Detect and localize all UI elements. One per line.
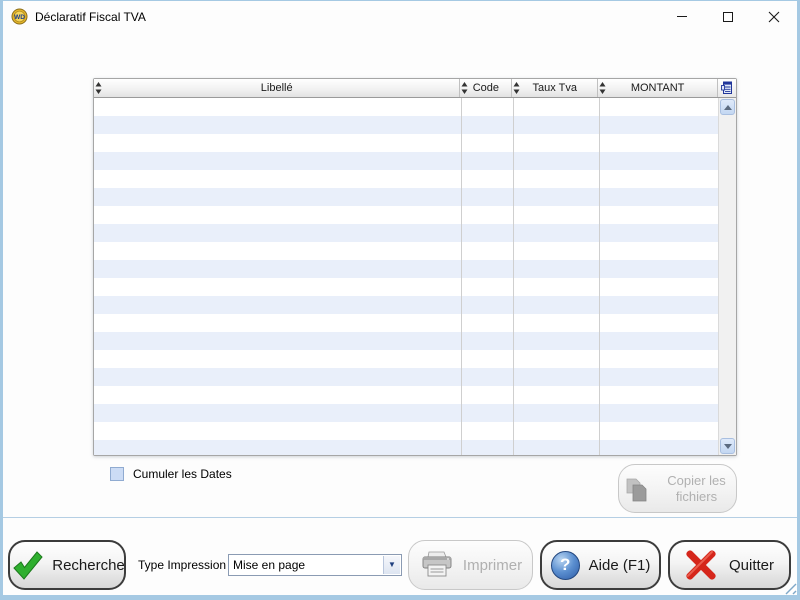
column-header-label: Libellé xyxy=(261,82,293,94)
bottom-separator xyxy=(3,517,797,518)
column-header-label: MONTANT xyxy=(631,82,685,94)
grid-body xyxy=(94,98,718,455)
type-impression-label: Type Impression xyxy=(138,558,226,572)
search-label: Recherche xyxy=(52,557,125,574)
app-icon: WD xyxy=(11,8,28,25)
close-icon xyxy=(768,11,780,23)
grid-options-button[interactable] xyxy=(718,79,736,97)
grid-column-divider xyxy=(599,98,600,455)
column-header-taux-tva[interactable]: Taux Tva xyxy=(512,79,598,97)
sort-icon xyxy=(95,82,102,94)
checkbox-label: Cumuler les Dates xyxy=(133,467,232,481)
grid-column-divider xyxy=(513,98,514,455)
copy-files-label: Copier les fichiers xyxy=(661,473,733,504)
sort-icon xyxy=(461,82,468,94)
checkbox-box[interactable] xyxy=(110,467,124,481)
help-button[interactable]: ? Aide (F1) xyxy=(540,540,661,590)
tva-grid: Libellé Code Taux Tva MONTANT xyxy=(93,78,737,456)
scroll-up-button[interactable] xyxy=(720,99,735,115)
print-label: Imprimer xyxy=(463,557,522,574)
minimize-icon xyxy=(677,16,687,17)
svg-text:WD: WD xyxy=(14,14,25,21)
column-header-montant[interactable]: MONTANT xyxy=(598,79,718,97)
print-type-combobox[interactable]: Mise en page ▼ xyxy=(228,554,402,576)
chevron-down-icon: ▼ xyxy=(388,561,396,569)
app-window: WD Déclaratif Fiscal TVA Libellé xyxy=(0,0,800,600)
column-header-label: Code xyxy=(473,82,499,94)
combobox-value: Mise en page xyxy=(233,555,305,575)
arrow-up-icon xyxy=(724,105,732,110)
minimize-button[interactable] xyxy=(659,1,705,32)
grid-column-divider xyxy=(461,98,462,455)
copy-files-icon xyxy=(623,473,655,505)
column-header-code[interactable]: Code xyxy=(460,79,512,97)
help-icon: ? xyxy=(551,551,580,580)
resize-grip[interactable] xyxy=(783,581,797,595)
printer-icon xyxy=(419,550,455,580)
red-x-icon xyxy=(685,549,717,581)
grid-header: Libellé Code Taux Tva MONTANT xyxy=(94,79,736,98)
arrow-down-icon xyxy=(724,444,732,449)
scroll-down-button[interactable] xyxy=(720,438,735,454)
help-label: Aide (F1) xyxy=(589,557,651,574)
quit-button[interactable]: Quitter xyxy=(668,540,791,590)
quit-label: Quitter xyxy=(729,557,774,574)
column-header-libelle[interactable]: Libellé xyxy=(94,79,460,97)
sort-icon xyxy=(513,82,520,94)
search-button[interactable]: Recherche xyxy=(8,540,126,590)
close-button[interactable] xyxy=(751,1,797,32)
print-button[interactable]: Imprimer xyxy=(408,540,533,590)
maximize-icon xyxy=(723,12,733,22)
vertical-scrollbar[interactable] xyxy=(718,98,736,455)
grid-table-icon xyxy=(721,81,733,95)
title-bar: WD Déclaratif Fiscal TVA xyxy=(3,1,797,32)
check-icon xyxy=(9,549,45,581)
window-title: Déclaratif Fiscal TVA xyxy=(35,10,146,24)
column-header-label: Taux Tva xyxy=(533,82,577,94)
combobox-dropdown-button[interactable]: ▼ xyxy=(383,556,400,574)
window-controls xyxy=(659,1,797,32)
sort-icon xyxy=(599,82,606,94)
maximize-button[interactable] xyxy=(705,1,751,32)
cumuler-dates-checkbox-field[interactable]: Cumuler les Dates xyxy=(110,467,232,481)
copy-files-button[interactable]: Copier les fichiers xyxy=(618,464,737,513)
